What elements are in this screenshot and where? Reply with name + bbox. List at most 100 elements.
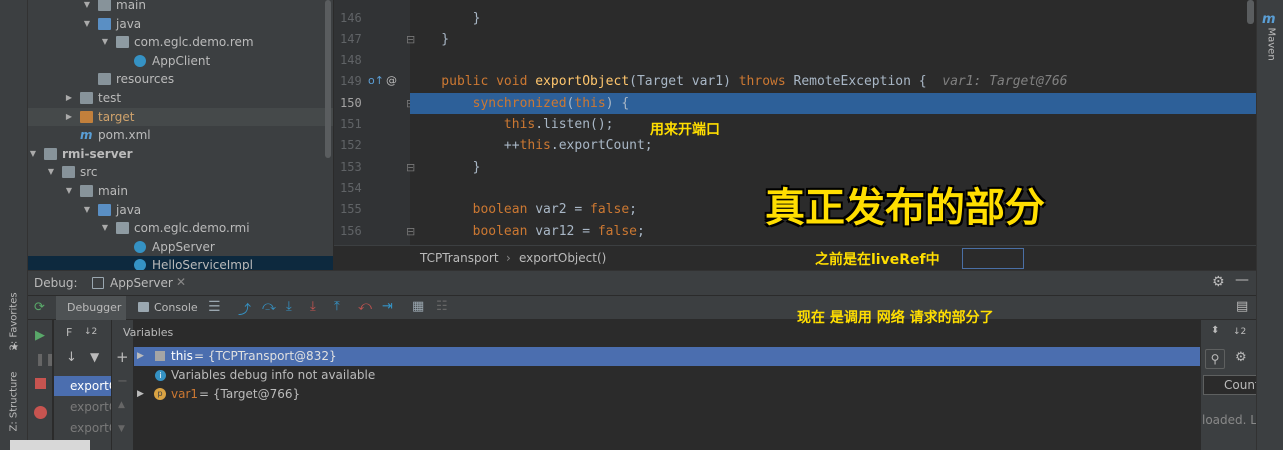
code-line[interactable]: }: [410, 29, 1256, 50]
tree-item[interactable]: ▼ main: [28, 0, 333, 14]
variable-row-var1[interactable]: ▶ p var1 = {Target@766}: [134, 385, 1200, 404]
code-token: RemoteException {: [785, 74, 943, 90]
tree-item[interactable]: ▼ rmi-server: [28, 145, 333, 163]
chevron-down-icon[interactable]: ▼: [82, 0, 92, 14]
tree-item[interactable]: resources: [28, 70, 333, 88]
code-line[interactable]: ++this.exportCount;: [410, 135, 1256, 156]
step-out-icon[interactable]: ⤒: [334, 299, 340, 314]
tree-item[interactable]: HelloServiceImpl: [28, 256, 333, 270]
frame-row[interactable]: exportO: [54, 376, 111, 396]
tree-item-label: com.eglc.demo.rem: [134, 35, 254, 50]
evaluate-icon[interactable]: ▦: [412, 299, 424, 314]
tree-item-label: main: [116, 0, 146, 12]
chevron-down-icon[interactable]: ▼: [28, 145, 38, 163]
code-token: throws: [738, 74, 786, 90]
breadcrumb-method[interactable]: exportObject(): [519, 251, 606, 265]
tree-item[interactable]: m pom.xml: [28, 126, 333, 144]
force-step-into-icon[interactable]: ⤓: [310, 299, 316, 314]
structure-tab[interactable]: Z: Structure: [4, 372, 24, 432]
info-icon: i: [155, 370, 166, 381]
tree-item[interactable]: ▶ target: [28, 107, 333, 126]
tab-debugger[interactable]: Debugger: [56, 296, 126, 320]
count-button[interactable]: Count: [1203, 375, 1263, 395]
add-watch-icon[interactable]: +: [116, 348, 129, 366]
restore-layout-icon[interactable]: ▤: [1236, 299, 1248, 314]
tab-console-label: Console: [154, 301, 198, 314]
tree-scrollbar[interactable]: [325, 0, 331, 158]
code-token: false: [597, 223, 637, 239]
filter-icon[interactable]: ▼: [90, 350, 99, 364]
code-line[interactable]: [410, 50, 1256, 71]
debug-config-close-icon[interactable]: ✕: [176, 275, 186, 289]
expand-arrow-icon[interactable]: ▶: [137, 347, 144, 366]
expand-arrow-icon[interactable]: ▶: [137, 385, 144, 404]
structure-label: Z: Structure: [8, 371, 20, 432]
watches-pin-icon[interactable]: ⬍: [1211, 325, 1219, 336]
code-line[interactable]: this.listen();: [410, 114, 1256, 135]
drop-frame-icon[interactable]: ⤺: [358, 299, 372, 314]
chevron-down-icon[interactable]: ▼: [64, 182, 74, 200]
stop-icon[interactable]: [35, 378, 46, 389]
tree-item-label: java: [116, 16, 142, 31]
frame-down-icon[interactable]: ↓: [66, 350, 77, 365]
chevron-down-icon[interactable]: ▼: [82, 201, 92, 219]
tree-item[interactable]: ▼ java: [28, 15, 333, 33]
maven-icon[interactable]: m: [1262, 12, 1276, 27]
tree-item[interactable]: ▶ test: [28, 89, 333, 107]
line-number: 150: [340, 95, 362, 110]
step-over-icon[interactable]: ⤼: [262, 299, 276, 314]
tree-item-label: src: [80, 165, 98, 180]
folder-icon: [44, 147, 57, 160]
restart-icon[interactable]: ⟳: [34, 300, 45, 315]
code-token: }: [410, 159, 481, 175]
debug-config-tab[interactable]: AppServer: [110, 276, 173, 290]
code-token: false: [590, 202, 630, 218]
watches-sort[interactable]: ↓2: [1233, 327, 1246, 337]
breadcrumb-class[interactable]: TCPTransport: [420, 251, 499, 265]
folder-icon: [98, 0, 111, 11]
tree-item[interactable]: AppServer: [28, 238, 333, 256]
implements-icon[interactable]: o↑: [368, 74, 384, 87]
frame-label: exportO: [70, 421, 111, 435]
run-to-cursor-icon[interactable]: ⇥: [382, 299, 393, 314]
frames-sort[interactable]: ↓2: [84, 327, 97, 337]
chevron-down-icon[interactable]: ▼: [46, 163, 56, 181]
annotation-icon[interactable]: @: [386, 74, 397, 87]
tree-item[interactable]: ▼ com.eglc.demo.rem: [28, 33, 333, 51]
tree-item[interactable]: ▼ com.eglc.demo.rmi: [28, 219, 333, 237]
gear-icon[interactable]: ⚙: [1212, 274, 1225, 290]
field-icon: [155, 351, 165, 361]
search-icon[interactable]: ⚲: [1205, 349, 1225, 369]
inline-debug-hint: var1: Target@766: [942, 74, 1068, 90]
code-line[interactable]: public void exportObject(Target var1) th…: [410, 71, 1256, 92]
code-token: }: [410, 10, 481, 26]
frame-row[interactable]: exportO: [54, 397, 111, 417]
tab-console[interactable]: Console: [132, 296, 202, 320]
chevron-down-icon[interactable]: ▼: [100, 219, 110, 237]
code-line[interactable]: synchronized(this) {: [410, 92, 1256, 114]
view-breakpoints-icon[interactable]: [34, 406, 47, 419]
tree-item[interactable]: ▼ java: [28, 201, 333, 219]
editor-scrollbar[interactable]: [1247, 0, 1254, 24]
chevron-down-icon[interactable]: ▼: [100, 33, 110, 51]
tree-item[interactable]: AppClient: [28, 52, 333, 70]
step-into-icon[interactable]: ⤓: [286, 299, 292, 314]
layout-icon[interactable]: ☰: [208, 299, 221, 315]
watches-gear-icon[interactable]: ⚙: [1235, 350, 1247, 365]
maven-label: Maven: [1265, 27, 1277, 61]
show-execution-point-icon[interactable]: ⤴: [238, 299, 251, 318]
resume-icon[interactable]: ▶: [35, 328, 45, 343]
code-line[interactable]: }: [410, 8, 1256, 29]
maven-tab[interactable]: Maven: [1261, 27, 1281, 70]
tree-item[interactable]: ▼ src: [28, 163, 333, 181]
chevron-right-icon[interactable]: ▶: [64, 108, 74, 126]
chevron-right-icon[interactable]: ▶: [64, 89, 74, 107]
chevron-down-icon[interactable]: ▼: [82, 15, 92, 33]
tree-item[interactable]: ▼ main: [28, 182, 333, 200]
frame-row[interactable]: exportO: [54, 418, 111, 438]
package-icon: [116, 36, 129, 49]
minimize-icon[interactable]: —: [1235, 272, 1249, 288]
line-number: 149: [340, 74, 362, 89]
code-token: boolean: [410, 223, 528, 239]
variable-row-this[interactable]: ▶ this = {TCPTransport@832}: [134, 347, 1200, 366]
